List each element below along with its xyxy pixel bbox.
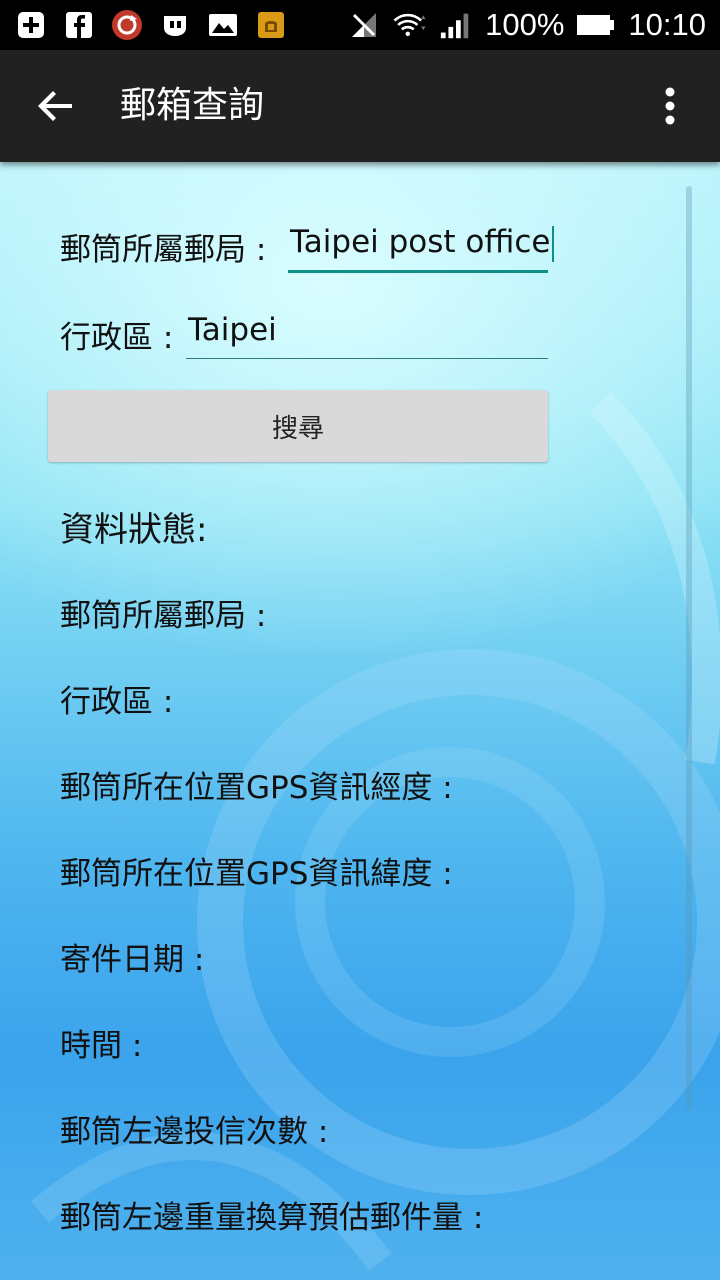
add-box-icon [14, 8, 48, 42]
district-value: Taipei [188, 312, 277, 348]
overflow-menu-button[interactable] [642, 78, 698, 134]
back-button[interactable] [26, 76, 86, 136]
content-area: 郵筒所屬郵局 : Taipei post office 行政區 : Taipei… [0, 162, 720, 1280]
status-field-time: 時間 : [60, 1028, 143, 1064]
status-field-gps-longitude: 郵筒所在位置GPS資訊經度 : [60, 770, 453, 806]
app-bar: 郵箱查詢 [0, 50, 720, 162]
chat-app-icon [158, 8, 192, 42]
district-underline [186, 358, 548, 359]
status-field-gps-latitude: 郵筒所在位置GPS資訊緯度 : [60, 856, 453, 892]
search-button[interactable]: 搜尋 [48, 390, 548, 462]
status-field-send-date: 寄件日期 : [60, 942, 205, 978]
page-title: 郵箱查詢 [120, 85, 265, 126]
android-app-icon [254, 8, 288, 42]
status-title: 資料狀態: [60, 510, 208, 550]
status-field-district: 行政區 : [60, 684, 174, 720]
more-vert-icon [665, 87, 675, 125]
cell-signal-icon [439, 8, 473, 42]
facebook-icon [62, 8, 96, 42]
district-label: 行政區 : [60, 320, 174, 356]
battery-percent: 100% [485, 7, 565, 42]
status-field-left-estimated-volume: 郵筒左邊重量換算預估郵件量 : [60, 1200, 484, 1236]
status-field-post-office: 郵筒所屬郵局 : [60, 598, 267, 634]
wifi-icon [393, 8, 427, 42]
post-office-underline [288, 270, 548, 273]
signal-off-icon [347, 8, 381, 42]
scrollbar[interactable] [686, 186, 692, 1110]
status-field-left-mail-count: 郵筒左邊投信次數 : [60, 1114, 329, 1150]
arrow-back-icon [38, 91, 72, 121]
image-icon [206, 8, 240, 42]
status-bar: 100% 10:10 [0, 0, 720, 50]
post-office-label: 郵筒所屬郵局 : [60, 232, 267, 268]
post-office-value: Taipei post office [290, 224, 551, 260]
sync-app-icon [110, 8, 144, 42]
battery-icon [576, 8, 616, 42]
text-caret [551, 225, 554, 262]
clock: 10:10 [628, 7, 706, 42]
